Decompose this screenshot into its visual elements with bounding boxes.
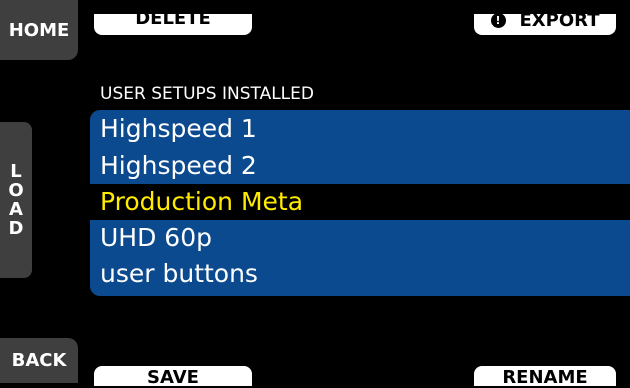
load-letter: L [10, 161, 22, 182]
rename-button-label: RENAME [502, 367, 588, 388]
back-button-label: BACK [11, 350, 67, 371]
alert-icon: ! [490, 13, 506, 28]
list-item-selected[interactable]: Production Meta [90, 184, 630, 220]
export-button-label: EXPORT [519, 10, 600, 31]
save-button-label: SAVE [147, 367, 199, 388]
home-button-label: HOME [8, 19, 70, 41]
section-title: USER SETUPS INSTALLED [100, 84, 314, 104]
home-button[interactable]: HOME [0, 0, 78, 60]
list-item[interactable]: user buttons [90, 256, 630, 292]
export-button[interactable]: ! EXPORT [474, 10, 616, 35]
list-item[interactable]: Highspeed 1 [90, 110, 630, 148]
delete-button[interactable]: DELETE [94, 8, 252, 35]
list-item[interactable]: UHD 60p [90, 220, 630, 256]
load-letter: O [8, 180, 24, 201]
load-button[interactable]: L O A D [0, 122, 32, 278]
list-item[interactable]: Highspeed 2 [90, 148, 630, 184]
user-setups-list: Highspeed 1 Highspeed 2 Production Meta … [90, 110, 630, 296]
load-letter: D [8, 218, 24, 239]
rename-button[interactable]: RENAME [474, 366, 616, 388]
load-letter: A [9, 199, 23, 220]
back-button[interactable]: BACK [0, 338, 78, 383]
delete-button-label: DELETE [135, 8, 211, 29]
save-button[interactable]: SAVE [94, 366, 252, 388]
